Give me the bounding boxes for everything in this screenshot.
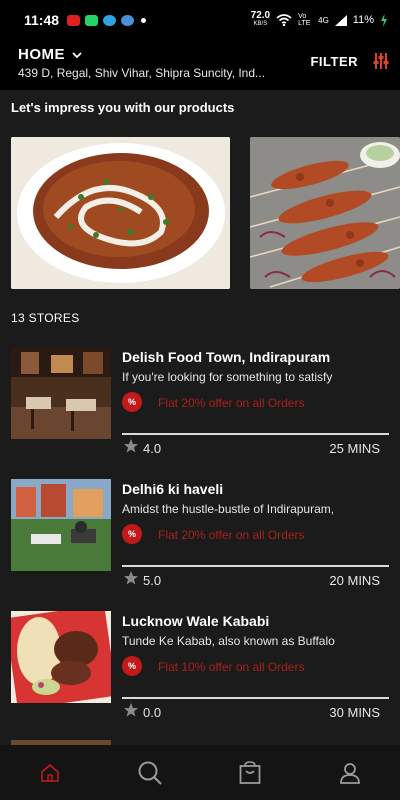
store-rating: 0.0 [143, 705, 162, 720]
store-name: Delhi6 ki haveli [122, 481, 224, 497]
store-description: Amidst the hustle-bustle of Indirapuram, [122, 502, 335, 516]
divider [122, 565, 389, 567]
star-icon [124, 703, 138, 717]
dal-makhani-image[interactable] [11, 137, 230, 289]
nav-search[interactable] [137, 760, 163, 786]
chevron-down-icon [72, 51, 82, 58]
battery-charging-icon [381, 13, 387, 27]
offer-percent-icon: % [122, 656, 142, 676]
notification-dot-icon [141, 17, 147, 23]
store-rating: 4.0 [143, 441, 162, 456]
app-icon [121, 14, 135, 26]
nav-profile[interactable] [337, 760, 363, 786]
store-card[interactable]: Delhi6 ki haveli Amidst the hustle-bustl… [0, 479, 400, 609]
store-offer: Flat 20% offer on all Orders [158, 528, 305, 542]
star-icon [124, 439, 138, 453]
divider [122, 697, 389, 699]
status-bar: 11:48 72.0 KB/S Vo LTE 4G 11% [0, 0, 400, 40]
youtube-icon [67, 14, 81, 26]
profile-icon [340, 762, 360, 784]
offer-percent-icon: % [122, 392, 142, 412]
store-name: Delish Food Town, Indirapuram [122, 349, 331, 365]
wifi-icon [276, 14, 292, 26]
store-eta: 20 MINS [329, 573, 380, 588]
kebab-skewers-image[interactable] [250, 137, 400, 289]
stores-count: 13 STORES [11, 311, 80, 325]
offer-percent-icon: % [122, 524, 142, 544]
star-icon [124, 571, 138, 585]
filter-sliders-icon[interactable] [372, 52, 390, 70]
store-eta: 30 MINS [329, 705, 380, 720]
app-header: HOME 439 D, Regal, Shiv Vihar, Shipra Su… [0, 40, 400, 90]
store-image [11, 479, 111, 571]
volte-label: Vo LTE [298, 13, 311, 27]
store-card[interactable]: Delish Food Town, Indirapuram If you're … [0, 347, 400, 477]
nav-bag[interactable] [237, 760, 263, 786]
store-image [11, 611, 111, 703]
status-time: 11:48 [24, 12, 60, 28]
store-card[interactable]: Lucknow Wale Kababi Tunde Ke Kabab, also… [0, 611, 400, 741]
signal-icon [334, 14, 347, 26]
nav-home[interactable] [37, 760, 63, 786]
store-description: If you're looking for something to satis… [122, 370, 333, 384]
network-4g-label: 4G [318, 15, 329, 25]
store-offer: Flat 20% offer on all Orders [158, 396, 305, 410]
home-icon [41, 763, 59, 782]
bottom-nav [0, 745, 400, 800]
search-icon [138, 761, 162, 785]
store-description: Tunde Ke Kabab, also known as Buffalo [122, 634, 335, 648]
store-rating: 5.0 [143, 573, 162, 588]
delivery-address[interactable]: 439 D, Regal, Shiv Vihar, Shipra Suncity… [18, 66, 308, 80]
network-speed: 72.0 KB/S [250, 10, 271, 28]
promo-title: Let's impress you with our products [11, 100, 235, 115]
whatsapp-icon [85, 14, 99, 26]
store-name: Lucknow Wale Kababi [122, 613, 270, 629]
store-image [11, 347, 111, 439]
location-label: HOME [18, 46, 65, 63]
bag-icon [239, 760, 261, 784]
filter-button[interactable]: FILTER [310, 54, 358, 69]
battery-percent: 11% [352, 14, 374, 26]
store-offer: Flat 10% offer on all Orders [158, 660, 305, 674]
divider [122, 433, 389, 435]
store-eta: 25 MINS [329, 441, 380, 456]
telegram-icon [103, 14, 117, 26]
